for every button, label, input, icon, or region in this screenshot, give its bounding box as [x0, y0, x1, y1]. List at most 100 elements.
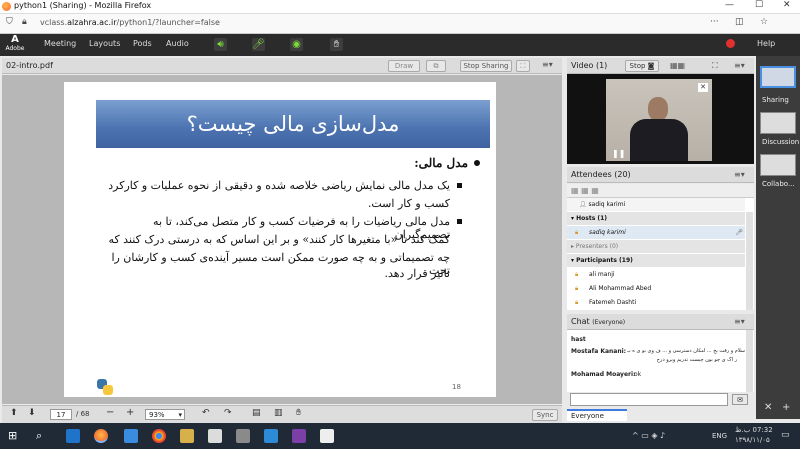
list-item[interactable]: 🔒︎ Ali Mohammad Abed [567, 282, 745, 295]
menu-layouts[interactable]: Layouts [89, 39, 120, 48]
chat-message-name: Mostafa Kanani: [571, 348, 627, 355]
webcam-image: ✕ ❚❚ [606, 79, 712, 161]
menu-pods[interactable]: Pods [133, 39, 152, 48]
video-layout-icon[interactable]: ▦▦ [670, 61, 685, 70]
input-language[interactable]: ENG [712, 432, 727, 440]
zoom-select[interactable]: 93% ▾ [145, 409, 185, 420]
sync-view-button[interactable]: ⧉ [426, 60, 446, 72]
search-icon[interactable]: ⌕ [36, 429, 50, 443]
calculator-icon[interactable] [236, 429, 250, 443]
layout-sharing-thumb[interactable] [760, 66, 796, 88]
speaker-icon[interactable]: 🔊︎ [214, 38, 227, 51]
video-fullscreen-icon[interactable]: ⛶ [712, 61, 718, 71]
chat-title: Chat (Everyone) [571, 317, 626, 326]
list-view-icon[interactable]: ▦ ▦ ▦ [571, 186, 599, 195]
mail-icon[interactable] [208, 429, 222, 443]
list-item[interactable]: 🔒︎ sadiq karimi 🎤︎ [567, 226, 745, 239]
camera-icon[interactable]: ◉ [290, 38, 303, 51]
pod-menu-icon[interactable]: ≡▾ [542, 60, 553, 69]
list-item[interactable]: 🔒︎ Fatemeh Dashti [567, 296, 745, 309]
draw-button[interactable]: Draw [388, 60, 420, 72]
recording-icon[interactable] [726, 39, 735, 48]
connect-app-icon[interactable] [320, 429, 334, 443]
raise-hand-icon[interactable]: ✋︎ [330, 38, 343, 51]
url-text[interactable]: vclass.alzahra.ac.ir/python1/?launcher=f… [40, 18, 220, 27]
attendees-scrollbar[interactable] [746, 212, 753, 310]
layout-discussion-label[interactable]: Discussion [762, 138, 799, 146]
send-message-icon[interactable]: ✉ [732, 394, 748, 405]
url-bar[interactable]: ⛉ 🔒︎ vclass.alzahra.ac.ir/python1/?launc… [0, 14, 800, 34]
rotate-left-icon[interactable]: ↶ [202, 408, 210, 418]
zoom-out-icon[interactable]: − [106, 407, 114, 418]
maximize-icon[interactable]: ☐ [755, 0, 763, 10]
attendees-pod-header: Attendees (20) ≡▾ [567, 167, 754, 183]
rotate-right-icon[interactable]: ↷ [224, 408, 232, 418]
next-page-icon[interactable]: ⬇ [28, 408, 36, 418]
chat-tab-everyone[interactable]: Everyone [567, 409, 627, 421]
minimize-icon[interactable]: — [725, 0, 734, 10]
slide-text-line: کسب و کار است. [367, 197, 450, 210]
fullscreen-icon[interactable]: ⛶ [516, 60, 530, 72]
firefox-taskbar-icon[interactable] [94, 429, 108, 443]
clock-time[interactable]: 07:32 ب.ظ [735, 426, 773, 434]
video-menu-icon[interactable]: ≡▾ [734, 61, 745, 70]
chat-scrollbar[interactable] [746, 330, 753, 392]
star-icon[interactable]: ☆ [760, 17, 768, 27]
menu-meeting[interactable]: Meeting [44, 39, 76, 48]
shield-icon[interactable]: ⛉ [6, 17, 13, 27]
attendees-menu-icon[interactable]: ≡▾ [734, 170, 745, 179]
close-icon[interactable]: ✕ [783, 0, 791, 10]
layout-collaboration-label[interactable]: Collabo... [762, 180, 795, 188]
microphone-icon[interactable]: 🎤︎ [252, 38, 265, 51]
slide-text-line: تاثیر قرار دهد. [384, 267, 450, 280]
fit-width-icon[interactable]: ▥ [274, 408, 283, 418]
page-input[interactable]: 17 [50, 409, 72, 420]
chrome-icon[interactable] [152, 429, 166, 443]
person-head [648, 97, 668, 121]
layout-sharing-label[interactable]: Sharing [762, 96, 789, 104]
onenote-icon[interactable] [292, 429, 306, 443]
sync-button[interactable]: Sync [532, 409, 558, 421]
stop-video-button[interactable]: Stop ◙ [625, 60, 659, 72]
layout-collaboration-thumb[interactable] [760, 154, 796, 176]
more-icon[interactable]: ··· [710, 17, 719, 27]
stop-sharing-button[interactable]: Stop Sharing [460, 60, 512, 72]
list-item[interactable]: 🔒︎ ali manji [567, 268, 745, 281]
menu-audio[interactable]: Audio [166, 39, 189, 48]
my-status-row[interactable]: 👤︎ sadiq karimi [567, 198, 745, 211]
zoom-in-icon[interactable]: + [126, 407, 134, 418]
firefox-icon [2, 2, 11, 11]
hosts-group[interactable]: ▾ Hosts (1) [567, 212, 745, 225]
chat-message-text: سلام و رقت بخ ... امکان دسترسی و ... ف و… [627, 348, 745, 354]
clock-date[interactable]: ۱۳۹۸/۱۱/۰۵ [735, 436, 770, 444]
menu-help[interactable]: Help [757, 39, 775, 48]
presenters-group[interactable]: ▸ Presenters (0) [567, 240, 745, 253]
file-explorer-icon[interactable] [180, 429, 194, 443]
chat-input[interactable] [570, 393, 728, 406]
chat-messages: hast Mostafa Kanani: سلام و رقت بخ ... ا… [567, 330, 754, 392]
pocket-icon[interactable]: ◫ [735, 17, 744, 27]
slide-heading: مدل مالی: [414, 156, 468, 170]
video-feed: ✕ ❚❚ [567, 74, 754, 164]
notifications-icon[interactable]: ▭ [781, 430, 790, 440]
prev-page-icon[interactable]: ⬆ [10, 408, 18, 418]
participants-group[interactable]: ▾ Participants (19) [567, 254, 745, 267]
add-layout-icon[interactable]: + [782, 402, 790, 413]
windows-start-icon[interactable]: ⊞ [8, 429, 22, 443]
ie-icon[interactable] [124, 429, 138, 443]
fit-page-icon[interactable]: ▤ [252, 408, 261, 418]
layout-discussion-thumb[interactable] [760, 112, 796, 134]
connect-menubar: A Adobe Meeting Layouts Pods Audio 🔊︎ 🎤︎ … [0, 34, 800, 56]
tray-icons[interactable]: ^ ▭ ◈ ♪ [632, 431, 665, 440]
chat-menu-icon[interactable]: ≡▾ [734, 317, 745, 326]
lock-icon[interactable]: 🔒︎ [22, 17, 27, 27]
pause-icon[interactable]: ❚❚ [612, 149, 625, 158]
taskbar: ⊞ ⌕ ^ ▭ ◈ ♪ ENG 07:32 ب.ظ ۱۳۹۸/۱۱/۰۵ ▭ [0, 423, 800, 449]
hand-tool-icon[interactable]: ✋︎ [296, 408, 301, 418]
share-pod-header: 02-intro.pdf Draw ⧉ Stop Sharing ⛶ ≡▾ [2, 58, 562, 74]
close-layouts-icon[interactable]: ✕ [764, 402, 772, 413]
adobe-logo: A Adobe [5, 34, 25, 53]
vscode-icon[interactable] [264, 429, 278, 443]
video-close-icon[interactable]: ✕ [698, 83, 708, 92]
edge-icon[interactable] [66, 429, 80, 443]
